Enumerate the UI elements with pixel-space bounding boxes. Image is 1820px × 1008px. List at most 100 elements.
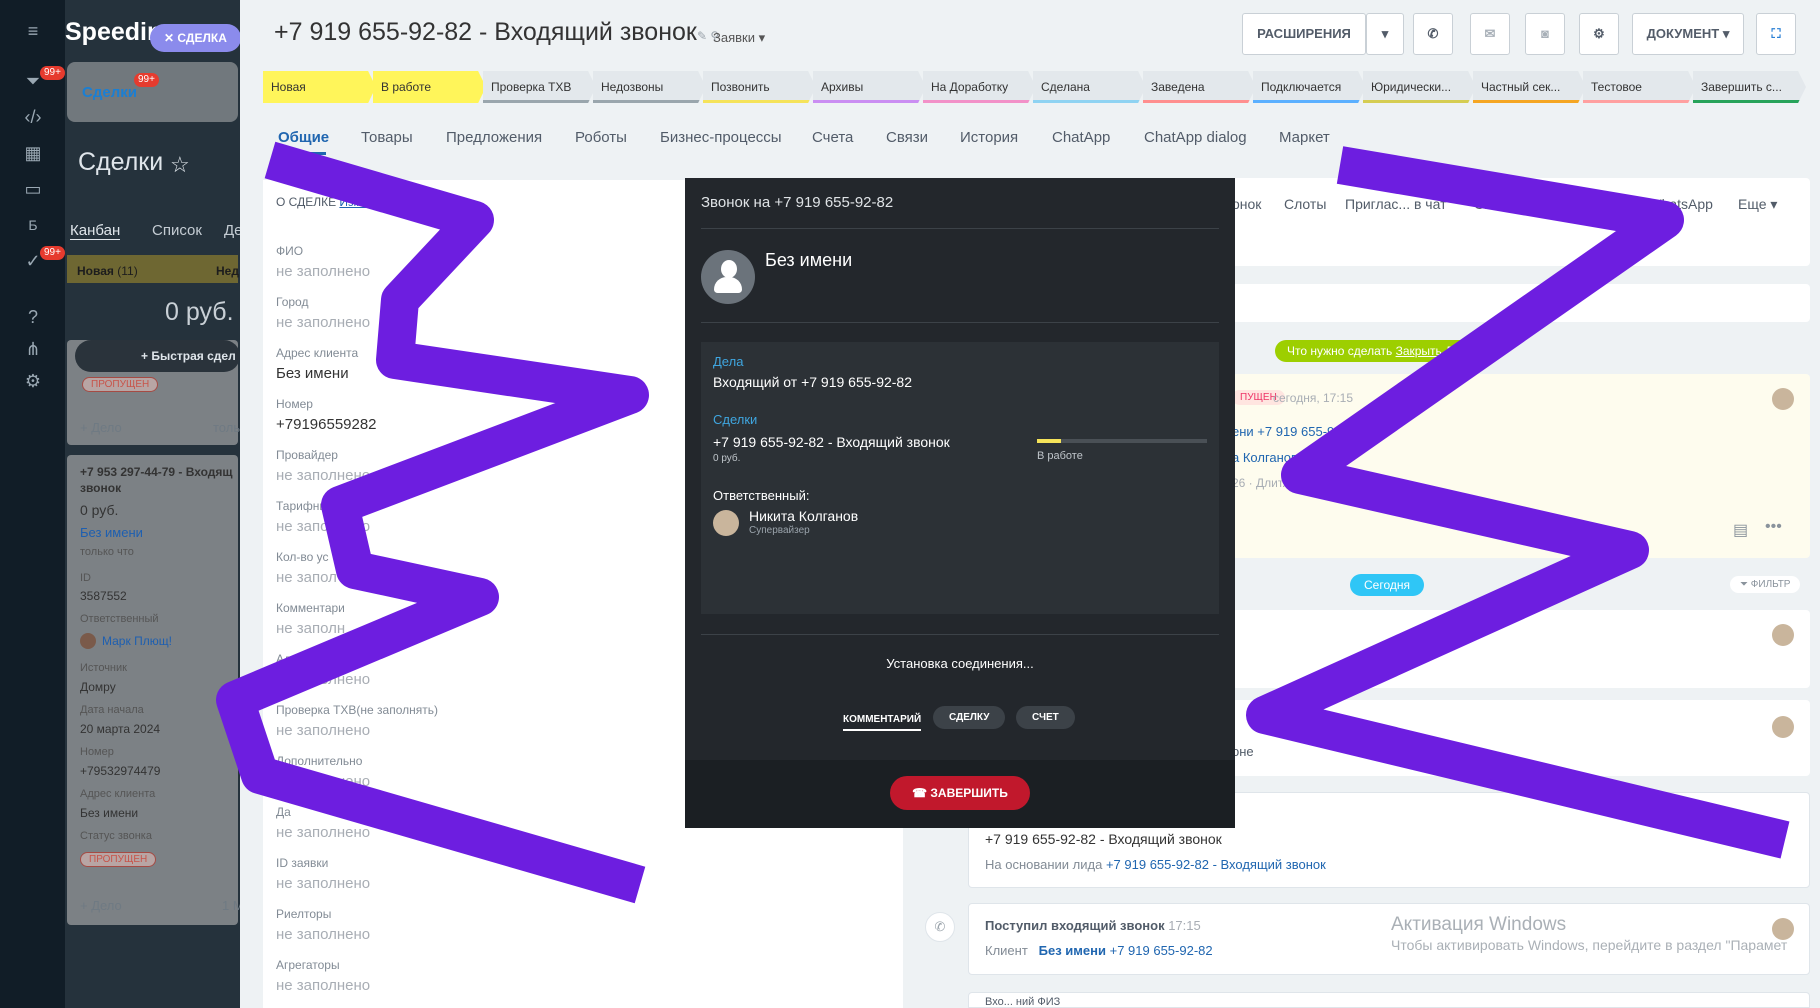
field-value[interactable]: не заполнено bbox=[276, 875, 370, 892]
activity-person[interactable]: а Колганов bbox=[1232, 450, 1298, 465]
card-title[interactable]: +7 953 297-44-79 - Входящ звонок bbox=[80, 464, 240, 496]
caller-name: Без имени bbox=[765, 250, 853, 270]
stage-5[interactable]: Позвонить bbox=[703, 71, 816, 103]
tab-6[interactable]: Счета bbox=[812, 129, 853, 146]
note-icon[interactable]: ▤ bbox=[1733, 520, 1748, 540]
tab-5[interactable]: Бизнес-процессы bbox=[660, 129, 782, 146]
create-invoice-button[interactable]: СЧЕТ bbox=[1016, 706, 1075, 729]
view-kanban[interactable]: Канбан bbox=[70, 222, 121, 240]
tab-1[interactable]: Общие bbox=[278, 129, 329, 146]
tab-10[interactable]: ChatApp dialog bbox=[1144, 129, 1247, 146]
card-client[interactable]: Без имени bbox=[80, 525, 143, 540]
tab-11[interactable]: Маркет bbox=[1279, 129, 1330, 146]
tab-2[interactable]: Товары bbox=[361, 129, 413, 146]
chevron-down-icon[interactable]: ▾ bbox=[1366, 13, 1404, 55]
card-add-task[interactable]: + Дело bbox=[80, 898, 122, 913]
field-value[interactable]: не заполнено bbox=[276, 824, 370, 841]
activity-tab[interactable]: ChatApp dialog bbox=[1474, 196, 1570, 212]
activity-link[interactable]: ени +7 919 655-92-82 bbox=[1232, 424, 1360, 439]
more-menu[interactable]: Еще ▾ bbox=[1738, 196, 1777, 213]
todo-pill[interactable]: Что нужно сделать Закрыть Дела bbox=[1275, 340, 1486, 362]
entry3-partial: Вхо... ний ФИЗ bbox=[985, 996, 1061, 1008]
comment-button[interactable]: КОММЕНТАРИЙ bbox=[843, 710, 922, 731]
field-value[interactable]: не заполнено bbox=[276, 263, 370, 280]
sitemap-icon[interactable]: ⋔ bbox=[18, 334, 48, 364]
field-value[interactable]: +79196559282 bbox=[276, 416, 377, 433]
code-icon[interactable]: ‹/› bbox=[18, 102, 48, 132]
stage-11[interactable]: Юридически... bbox=[1363, 71, 1476, 103]
mail-icon[interactable]: ✉ bbox=[1470, 13, 1510, 55]
tab-deals[interactable]: Сделки bbox=[82, 84, 137, 101]
tab-8[interactable]: История bbox=[960, 129, 1018, 146]
category-select[interactable]: Заявки ▾ bbox=[713, 30, 765, 46]
drive-icon[interactable]: ▭ bbox=[18, 174, 48, 204]
card-resp-value[interactable]: Марк Плющ! bbox=[102, 634, 172, 648]
stage-6[interactable]: Архивы bbox=[813, 71, 926, 103]
task-value[interactable]: Входящий от +7 919 655-92-82 bbox=[713, 374, 912, 390]
field-label: ID заявки bbox=[276, 856, 329, 870]
tab-4[interactable]: Роботы bbox=[575, 129, 627, 146]
menu-icon[interactable]: ≡ bbox=[18, 16, 48, 46]
field-value[interactable]: не заполнено bbox=[276, 722, 370, 739]
stage-12[interactable]: Частный сек... bbox=[1473, 71, 1586, 103]
activity-tab[interactable]: онок bbox=[1232, 196, 1261, 212]
field-value[interactable]: не заполнено bbox=[276, 773, 370, 790]
basis-link[interactable]: +7 919 655-92-82 - Входящий звонок bbox=[1106, 857, 1326, 872]
quick-deal-button[interactable]: + Быстрая сдел bbox=[75, 340, 240, 372]
activity-tab[interactable]: Приглас... в чат bbox=[1345, 196, 1447, 212]
field-value[interactable]: Без имени bbox=[276, 365, 349, 382]
create-deal-button[interactable]: СДЕЛКУ bbox=[933, 706, 1006, 729]
tab-7[interactable]: Связи bbox=[886, 129, 928, 146]
tab-3[interactable]: Предложения bbox=[446, 129, 542, 146]
stage-10[interactable]: Подключается bbox=[1253, 71, 1366, 103]
bitrix-letter-icon[interactable]: Б bbox=[18, 210, 48, 240]
chat-icon[interactable]: ◙ bbox=[1525, 13, 1565, 55]
field-value[interactable]: не заполнено bbox=[276, 977, 370, 994]
add-task-link[interactable]: + Дело bbox=[80, 420, 122, 435]
stage-next: Нед bbox=[216, 264, 239, 278]
fullscreen-icon[interactable]: ⛶ bbox=[1756, 13, 1796, 55]
resp-name: Никита Колганов bbox=[749, 508, 859, 524]
phone-link[interactable]: +7 919 655-92-82 bbox=[1110, 943, 1213, 958]
tasks-label: Дела bbox=[713, 354, 744, 369]
stage-8[interactable]: Сделана bbox=[1033, 71, 1146, 103]
calendar-icon[interactable]: ▦ bbox=[18, 138, 48, 168]
settings-icon[interactable]: ⚙ bbox=[18, 366, 48, 396]
stage-7[interactable]: На Доработку bbox=[923, 71, 1036, 103]
tab-9[interactable]: ChatApp bbox=[1052, 129, 1110, 146]
field-value[interactable]: не заполнено bbox=[276, 671, 370, 688]
field-value[interactable]: не заполнено bbox=[276, 467, 370, 484]
card-source-label: Источник bbox=[80, 662, 127, 674]
deal-value[interactable]: +7 919 655-92-82 - Входящий звонок bbox=[713, 434, 950, 450]
deal-pill[interactable]: ✕ СДЕЛКА bbox=[150, 24, 241, 52]
card-resp-label: Ответственный bbox=[80, 613, 159, 625]
add-task-right: толь bbox=[213, 420, 241, 435]
field-value[interactable]: не запол bbox=[276, 569, 337, 586]
stage-9[interactable]: Заведена bbox=[1143, 71, 1256, 103]
star-icon[interactable]: ☆ bbox=[170, 152, 190, 178]
field-value[interactable]: не заполнено bbox=[276, 314, 370, 331]
stage-4[interactable]: Недозвоны bbox=[593, 71, 706, 103]
field-value[interactable]: не заполнено bbox=[276, 926, 370, 943]
field-value[interactable]: не заполн bbox=[276, 620, 345, 637]
gear-icon[interactable]: ⚙ bbox=[1579, 13, 1619, 55]
field-value[interactable]: не заполнено bbox=[276, 518, 370, 535]
document-button[interactable]: ДОКУМЕНТ ▾ bbox=[1632, 13, 1744, 55]
extensions-button[interactable]: РАСШИРЕНИЯ bbox=[1242, 13, 1366, 55]
client-link[interactable]: Без имени bbox=[1039, 943, 1106, 958]
edit-link[interactable]: Изменить bbox=[339, 195, 393, 209]
filter-button[interactable]: ⏷ ФИЛЬТР bbox=[1730, 576, 1801, 593]
phone-icon[interactable]: ✆ bbox=[1413, 13, 1453, 55]
view-list[interactable]: Список bbox=[152, 222, 202, 239]
activity-tab[interactable]: Слоты bbox=[1284, 196, 1326, 212]
activity-tab[interactable]: ChatApp WhatsApp bbox=[1590, 196, 1713, 212]
stage-14[interactable]: Завершить с... bbox=[1693, 71, 1806, 103]
finish-call-button[interactable]: ☎ ЗАВЕРШИТЬ bbox=[890, 776, 1030, 810]
stage-3[interactable]: Проверка ТХВ bbox=[483, 71, 596, 103]
dots-icon[interactable]: ••• bbox=[1765, 518, 1782, 536]
help-icon[interactable]: ? bbox=[18, 302, 48, 332]
stage-1[interactable]: Новая bbox=[263, 71, 376, 103]
stage-13[interactable]: Тестовое bbox=[1583, 71, 1696, 103]
stage-2[interactable]: В работе bbox=[373, 71, 486, 103]
search-strip[interactable] bbox=[1232, 284, 1810, 322]
